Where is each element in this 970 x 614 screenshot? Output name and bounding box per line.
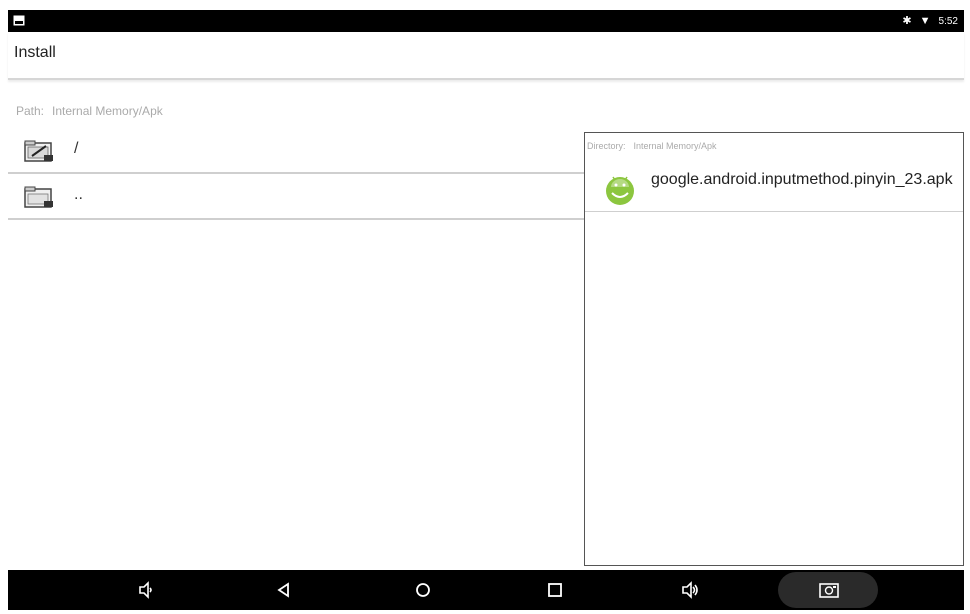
- screenshot-button[interactable]: [778, 572, 878, 608]
- status-time: 5:52: [938, 15, 958, 27]
- bluetooth-icon: ✱: [902, 15, 912, 27]
- file-panel: Directory: Internal Memory/Apk google.and…: [584, 132, 964, 566]
- gallery-notification-icon: [13, 15, 25, 26]
- directory-value: Internal Memory/Apk: [633, 141, 717, 151]
- page-title: Install: [14, 44, 56, 61]
- folder-edit-icon: [24, 140, 53, 162]
- wifi-icon: ▼: [919, 15, 931, 27]
- apk-file-item[interactable]: google.android.inputmethod.pinyin_23.apk: [585, 167, 963, 212]
- directory-label: Directory:: [587, 141, 626, 151]
- folder-item-label: ..: [74, 186, 83, 203]
- recents-icon[interactable]: [545, 580, 565, 600]
- app-bar: Install: [8, 32, 964, 80]
- status-bar: ✱ ▼ 5:52: [8, 10, 964, 32]
- screenshot-icon: [819, 583, 839, 598]
- home-icon[interactable]: [413, 580, 433, 600]
- folder-item-label: /: [74, 140, 79, 157]
- volume-up-icon[interactable]: [680, 580, 700, 600]
- back-icon[interactable]: [274, 580, 294, 600]
- volume-down-icon[interactable]: [136, 580, 156, 600]
- apk-file-name: google.android.inputmethod.pinyin_23.apk: [651, 171, 953, 188]
- directory-display: Directory: Internal Memory/Apk: [587, 141, 717, 151]
- navigation-bar: [8, 570, 964, 610]
- android-apk-icon: [606, 176, 634, 205]
- folder-item-parent[interactable]: ..: [8, 174, 584, 220]
- folder-item-root[interactable]: /: [8, 128, 584, 174]
- path-label: Path:: [16, 104, 45, 118]
- path-value: Internal Memory/Apk: [52, 104, 163, 118]
- path-display: Path: Internal Memory/Apk: [16, 104, 163, 118]
- folder-list: / ..: [8, 128, 584, 220]
- folder-up-icon: [24, 186, 53, 208]
